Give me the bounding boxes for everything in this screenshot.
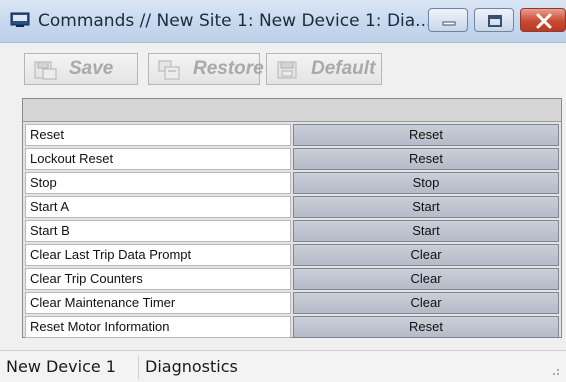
table-row: Start A Start: [23, 195, 561, 219]
table-row: Lockout Reset Reset: [23, 147, 561, 171]
title-bar[interactable]: Commands // New Site 1: New Device 1: Di…: [0, 0, 566, 43]
save-button[interactable]: Save: [24, 53, 138, 85]
table-row: Reset Reset: [23, 123, 561, 147]
command-label: Start B: [25, 220, 291, 242]
command-action-button[interactable]: Start: [293, 220, 559, 242]
command-action-button[interactable]: Start: [293, 196, 559, 218]
command-label: Reset Motor Information: [25, 316, 291, 338]
command-label: Clear Trip Counters: [25, 268, 291, 290]
command-label: Start A: [25, 196, 291, 218]
resize-grip-icon[interactable]: [548, 364, 560, 376]
restore-icon: [158, 60, 180, 80]
maximize-icon: [488, 15, 502, 27]
restore-button[interactable]: Restore: [148, 53, 264, 85]
table-row: Clear Trip Counters Clear: [23, 267, 561, 291]
close-button[interactable]: [520, 8, 566, 32]
maximize-button[interactable]: [474, 8, 514, 32]
command-label: Lockout Reset: [25, 148, 291, 170]
status-section: Diagnostics: [138, 355, 244, 379]
save-label: Save: [69, 58, 114, 79]
minimize-icon: [442, 21, 456, 26]
command-label: Clear Last Trip Data Prompt: [25, 244, 291, 266]
window-app-icon: [10, 12, 30, 27]
status-device: New Device 1: [6, 357, 116, 376]
command-label: Stop: [25, 172, 291, 194]
command-action-button[interactable]: Clear: [293, 244, 559, 266]
table-header: [23, 99, 561, 122]
status-bar: New Device 1 Diagnostics: [0, 350, 566, 382]
command-action-button[interactable]: Reset: [293, 148, 559, 170]
minimize-button[interactable]: [428, 8, 468, 32]
restore-label: Restore: [193, 58, 264, 79]
table-row: Clear Maintenance Timer Clear: [23, 291, 561, 315]
default-button[interactable]: Default: [266, 53, 382, 85]
default-label: Default: [311, 58, 376, 79]
table-row: Clear Last Trip Data Prompt Clear: [23, 243, 561, 267]
save-icon: [34, 61, 57, 80]
command-action-button[interactable]: Stop: [293, 172, 559, 194]
command-action-button[interactable]: Clear: [293, 292, 559, 314]
command-action-button[interactable]: Reset: [293, 316, 559, 338]
toolbar: Save Restore Default: [0, 43, 566, 91]
close-icon: [536, 13, 552, 29]
command-label: Clear Maintenance Timer: [25, 292, 291, 314]
table-row: Start B Start: [23, 219, 561, 243]
command-action-button[interactable]: Reset: [293, 124, 559, 146]
commands-table: Reset Reset Lockout Reset Reset Stop Sto…: [22, 98, 562, 338]
table-row: Stop Stop: [23, 171, 561, 195]
window-title: Commands // New Site 1: New Device 1: Di…: [38, 11, 432, 31]
command-label: Reset: [25, 124, 291, 146]
table-row: Reset Motor Information Reset: [23, 315, 561, 339]
default-icon: [277, 61, 297, 79]
command-action-button[interactable]: Clear: [293, 268, 559, 290]
